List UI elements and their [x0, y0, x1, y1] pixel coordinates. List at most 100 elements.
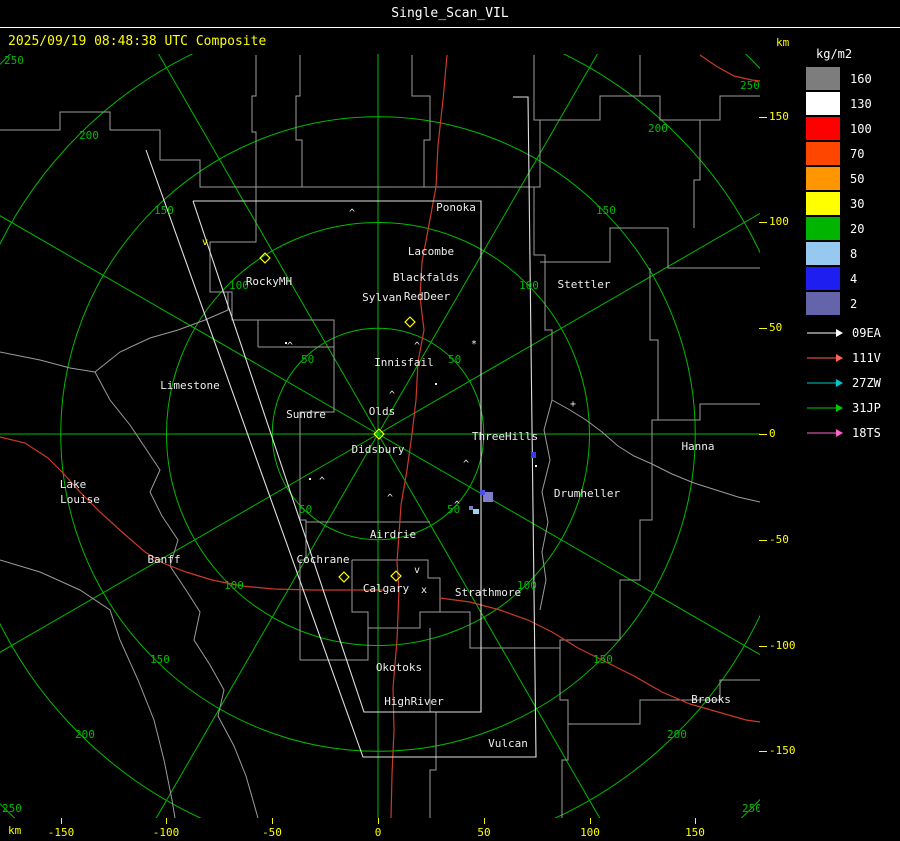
bottom-axis-label: 50: [477, 826, 491, 839]
site-row-31JP: 31JP: [806, 395, 881, 420]
bottom-axis-tick: [61, 818, 62, 824]
map-symbol-v: v: [414, 565, 420, 576]
city-label-ponoka: Ponoka: [436, 201, 476, 214]
scale-row-8: 8: [806, 241, 881, 266]
county-boundary: [119, 639, 176, 818]
range-label-200: 200: [648, 122, 668, 135]
right-axis-tick: [759, 222, 767, 223]
city-label-banff: Banff: [147, 553, 180, 566]
highway-line: [0, 436, 384, 591]
city-label-strathmore: Strathmore: [455, 586, 521, 599]
site-id: 31JP: [852, 400, 881, 415]
range-label-250: 250: [4, 54, 24, 67]
map-symbol-v: v: [202, 237, 208, 248]
scale-value: 8: [850, 246, 858, 261]
scale-value: 100: [850, 121, 872, 136]
site-row-27ZW: 27ZW: [806, 370, 881, 395]
city-label-sylvan: Sylvan: [362, 291, 402, 304]
bottom-axis-label: 150: [685, 826, 705, 839]
map-symbol-^: ^: [387, 493, 393, 504]
county-boundary: [559, 648, 569, 818]
county-boundary: [295, 55, 303, 187]
radar-echo: [473, 509, 479, 514]
county-boundary: [658, 403, 760, 421]
bottom-axis-label: 100: [580, 826, 600, 839]
city-label-lacombe: Lacombe: [408, 245, 454, 258]
bottom-axis-label: -150: [47, 826, 75, 839]
scale-swatch-4: [806, 267, 840, 290]
map-symbol-^: ^: [454, 500, 460, 511]
legend-title: kg/m2: [816, 47, 853, 61]
county-boundary: [0, 351, 96, 373]
radar-site-marker: [390, 570, 402, 582]
site-id: 18TS: [852, 425, 881, 440]
right-axis-label: -150: [769, 744, 796, 757]
scale-value: 160: [850, 71, 872, 86]
range-label-150: 150: [593, 653, 613, 666]
city-label-didsbury: Didsbury: [352, 443, 405, 456]
range-label-50: 50: [448, 353, 461, 366]
radar-coverage-outline: [145, 96, 537, 758]
city-label-highriver: HighRiver: [384, 695, 444, 708]
town-dot-marker: [435, 383, 437, 385]
range-label-250: 250: [2, 802, 22, 815]
city-label-rockymh: RockyMH: [246, 275, 292, 288]
scale-swatch-70: [806, 142, 840, 165]
scale-value: 4: [850, 271, 858, 286]
county-boundary: [539, 399, 553, 611]
legend-panel: kg/m2 160 130 100 70 50 30 20 8 4 2 09EA 111V 27ZW 3…: [806, 46, 881, 445]
radar-app-window: Single_Scan_VIL 2025/09/19 08:48:38 UTC …: [0, 0, 900, 841]
scale-row-130: 130: [806, 91, 881, 116]
right-axis-tick: [759, 328, 767, 329]
scale-value: 130: [850, 96, 872, 111]
town-dot-marker: [535, 465, 537, 467]
city-label-threehills: ThreeHills: [472, 430, 538, 443]
scale-row-50: 50: [806, 166, 881, 191]
county-boundary: [693, 120, 701, 228]
county-boundary: [540, 227, 760, 269]
azimuth-spoke-300: [0, 215, 379, 435]
right-axis-label: -100: [769, 639, 796, 652]
range-label-100: 100: [519, 279, 539, 292]
range-label-100: 100: [224, 579, 244, 592]
city-label-limestone: Limestone: [160, 379, 220, 392]
site-arrow-icon: [807, 428, 843, 437]
scale-swatch-160: [806, 67, 840, 90]
scale-row-160: 160: [806, 66, 881, 91]
site-arrow-legend: 09EA 111V 27ZW 31JP 18TS: [806, 320, 881, 445]
scale-value: 20: [850, 221, 865, 236]
right-axis-label: -50: [769, 533, 789, 546]
scale-row-70: 70: [806, 141, 881, 166]
radar-site-marker: [338, 571, 350, 583]
city-label-blackfalds: Blackfalds: [393, 271, 459, 284]
site-id: 111V: [852, 350, 881, 365]
scale-row-2: 2: [806, 291, 881, 316]
map-symbol-^: ^: [349, 208, 355, 219]
site-row-18TS: 18TS: [806, 420, 881, 445]
map-symbol-^: ^: [287, 341, 293, 352]
range-ring-250km: [0, 54, 760, 818]
scale-row-100: 100: [806, 116, 881, 141]
site-arrow-icon: [807, 403, 843, 412]
azimuth-spoke-330: [158, 54, 379, 435]
city-label-sundre: Sundre: [286, 408, 326, 421]
scale-row-4: 4: [806, 266, 881, 291]
range-ring-200km: [0, 54, 760, 818]
right-axis-tick: [759, 751, 767, 752]
city-label-cochrane: Cochrane: [297, 553, 350, 566]
range-label-200: 200: [75, 728, 95, 741]
city-label-olds: Olds: [369, 405, 396, 418]
range-label-250: 250: [740, 79, 760, 92]
range-label-200: 200: [667, 728, 687, 741]
county-boundary: [94, 292, 229, 373]
bottom-axis-tick: [484, 818, 485, 824]
range-label-200: 200: [79, 129, 99, 142]
site-arrow-icon: [807, 353, 843, 362]
scale-value: 30: [850, 196, 865, 211]
radar-map[interactable]: 2502001501005025020015010050501001502002…: [0, 0, 900, 841]
map-symbol-^: ^: [463, 459, 469, 470]
bottom-axis-label: 0: [374, 826, 382, 839]
town-dot-marker: [309, 478, 311, 480]
city-label-airdrie: Airdrie: [370, 528, 416, 541]
right-axis-label: 0: [769, 427, 776, 440]
